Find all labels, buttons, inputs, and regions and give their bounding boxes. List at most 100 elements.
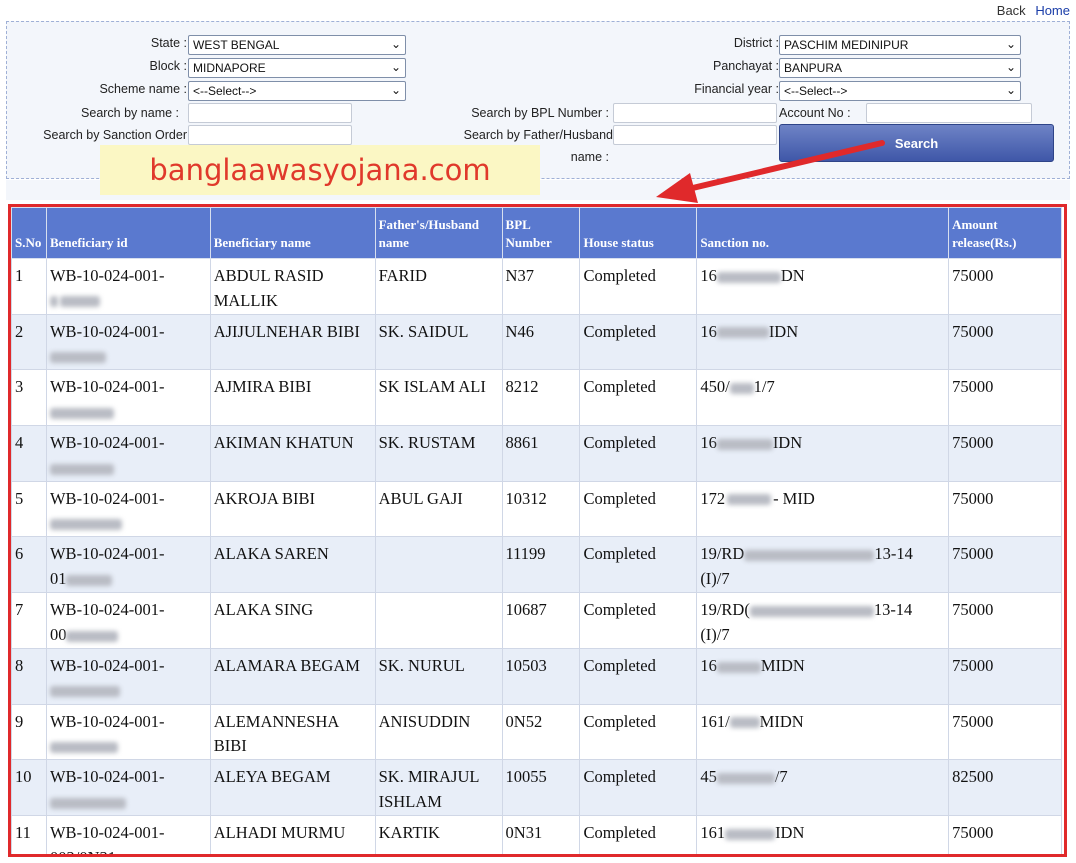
cell-beneficiary-id: WB-10-024-001- — [45, 759, 211, 816]
table-row: 9 WB-10-024-001- ALEMANNESHA BIBI ANISUD… — [11, 703, 1062, 761]
cell-father-name: SK. NURUL — [374, 647, 503, 705]
cell-status: Completed — [579, 536, 698, 594]
chevron-down-icon: ⌄ — [1005, 83, 1016, 97]
panchayat-value: BANPURA — [784, 61, 843, 75]
cell-beneficiary-name: ABDUL RASID MALLIK — [209, 258, 376, 315]
cell-sno: 4 — [11, 425, 47, 482]
table-row: 11 WB-10-024-001-002/0N31 ALHADI MURMU K… — [11, 814, 1062, 854]
cell-beneficiary-id: WB-10-024-001- — [45, 258, 211, 315]
cell-bpl: 10055 — [501, 759, 581, 816]
table-row: 3 WB-10-024-001- AJMIRA BIBI SK ISLAM AL… — [11, 369, 1062, 427]
cell-bpl: 10503 — [501, 647, 581, 705]
cell-beneficiary-id: WB-10-024-001- 00 — [45, 592, 211, 649]
cell-sanction: 450/1/7 — [696, 369, 950, 427]
cell-father-name: KARTIK — [374, 814, 503, 854]
cell-sanction: 19/RD(13-14 (I)/7 — [696, 592, 950, 649]
scheme-select[interactable]: <--Select--> ⌄ — [188, 81, 406, 101]
cell-bpl: 8212 — [501, 369, 581, 427]
cell-bpl: 11199 — [501, 536, 581, 594]
cell-sno: 5 — [11, 480, 47, 538]
bpl-search-input[interactable] — [613, 103, 777, 123]
table-header-row: S.No Beneficiary id Beneficiary name Fat… — [11, 207, 1062, 259]
cell-beneficiary-id: WB-10-024-001- — [45, 647, 211, 705]
cell-beneficiary-id: WB-10-024-001- — [45, 313, 211, 371]
cell-amount: 75000 — [948, 313, 1062, 371]
cell-amount: 75000 — [948, 703, 1062, 761]
cell-status: Completed — [579, 258, 698, 315]
cell-status: Completed — [579, 814, 698, 854]
cell-beneficiary-id: WB-10-024-001- — [45, 480, 211, 538]
account-label: Account No : — [779, 106, 851, 120]
table-row: 6 WB-10-024-001- 01 ALAKA SAREN 11199 Com… — [11, 536, 1062, 594]
cell-father-name: SK. MIRAJUL ISHLAM — [374, 759, 503, 816]
panchayat-select[interactable]: BANPURA ⌄ — [779, 58, 1021, 78]
cell-bpl: N46 — [501, 313, 581, 371]
cell-father-name: SK. SAIDUL — [374, 313, 503, 371]
cell-bpl: 10312 — [501, 480, 581, 538]
cell-bpl: 0N52 — [501, 703, 581, 761]
cell-bpl: 8861 — [501, 425, 581, 482]
financial-year-select[interactable]: <--Select--> ⌄ — [779, 81, 1021, 101]
top-nav: Back Home — [991, 3, 1070, 18]
cell-sanction: 45/7 — [696, 759, 950, 816]
cell-father-name — [374, 536, 503, 594]
cell-sno: 9 — [11, 703, 47, 761]
cell-sanction: 161 IDN — [696, 814, 950, 854]
block-label: Block : — [149, 59, 187, 73]
cell-beneficiary-name: ALAKA SING — [209, 592, 376, 649]
cell-sno: 10 — [11, 759, 47, 816]
cell-beneficiary-id: WB-10-024-001- — [45, 703, 211, 761]
cell-status: Completed — [579, 592, 698, 649]
col-header-sanction-no: Sanction no. — [696, 207, 950, 259]
cell-beneficiary-name: AJIJULNEHAR BIBI — [209, 313, 376, 371]
sanction-search-input[interactable] — [188, 125, 352, 145]
district-select[interactable]: PASCHIM MEDINIPUR ⌄ — [779, 35, 1021, 55]
cell-amount: 75000 — [948, 814, 1062, 854]
cell-status: Completed — [579, 425, 698, 482]
beneficiary-table-frame: S.No Beneficiary id Beneficiary name Fat… — [8, 204, 1067, 857]
chevron-down-icon: ⌄ — [390, 37, 401, 51]
name-search-input[interactable] — [188, 103, 352, 123]
block-value: MIDNAPORE — [193, 61, 266, 75]
cell-father-name — [374, 592, 503, 649]
table-row: 2 WB-10-024-001- AJIJULNEHAR BIBI SK. SA… — [11, 313, 1062, 371]
col-header-amount: Amount release(Rs.) — [948, 207, 1062, 259]
cell-status: Completed — [579, 647, 698, 705]
cell-beneficiary-id: WB-10-024-001- — [45, 425, 211, 482]
col-header-bpl-number: BPL Number — [501, 207, 581, 259]
red-arrow-icon — [656, 140, 885, 203]
cell-beneficiary-name: ALAMARA BEGAM — [209, 647, 376, 705]
cell-amount: 75000 — [948, 258, 1062, 315]
chevron-down-icon: ⌄ — [390, 83, 401, 97]
cell-father-name: ANISUDDIN — [374, 703, 503, 761]
cell-father-name: SK. RUSTAM — [374, 425, 503, 482]
cell-amount: 75000 — [948, 592, 1062, 649]
cell-beneficiary-name: ALAKA SAREN — [209, 536, 376, 594]
cell-amount: 75000 — [948, 536, 1062, 594]
table-row: 4 WB-10-024-001- AKIMAN KHATUN SK. RUSTA… — [11, 425, 1062, 482]
state-select[interactable]: WEST BENGAL ⌄ — [188, 35, 406, 55]
col-header-sno: S.No — [11, 207, 47, 259]
col-header-beneficiary-name: Beneficiary name — [209, 207, 376, 259]
table-row: 10 WB-10-024-001- ALEYA BEGAM SK. MIRAJU… — [11, 759, 1062, 816]
back-link[interactable]: Back — [997, 3, 1026, 18]
block-select[interactable]: MIDNAPORE ⌄ — [188, 58, 406, 78]
cell-beneficiary-id: WB-10-024-001- — [45, 369, 211, 427]
cell-amount: 75000 — [948, 647, 1062, 705]
col-header-house-status: House status — [579, 207, 698, 259]
account-input[interactable] — [866, 103, 1032, 123]
chevron-down-icon: ⌄ — [1005, 37, 1016, 51]
beneficiary-table: S.No Beneficiary id Beneficiary name Fat… — [11, 207, 1062, 854]
name-search-label: Search by name : — [81, 106, 179, 120]
cell-status: Completed — [579, 313, 698, 371]
col-header-father-name: Father's/Husband name — [374, 207, 503, 259]
cell-sno: 11 — [11, 814, 47, 854]
cell-amount: 75000 — [948, 480, 1062, 538]
cell-status: Completed — [579, 703, 698, 761]
sanction-search-label: Search by Sanction Order — [43, 128, 187, 142]
cell-sanction: 161/MIDN — [696, 703, 950, 761]
cell-sno: 3 — [11, 369, 47, 427]
cell-beneficiary-name: AKIMAN KHATUN — [209, 425, 376, 482]
home-link[interactable]: Home — [1035, 3, 1070, 18]
cell-amount: 75000 — [948, 425, 1062, 482]
